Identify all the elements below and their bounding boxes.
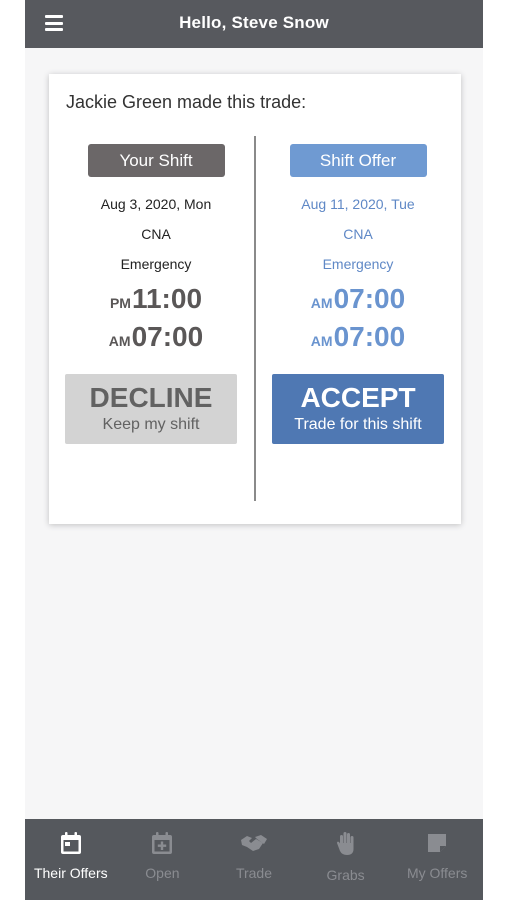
tab-grabs-label: Grabs (326, 867, 365, 883)
your-shift-role: CNA (141, 226, 171, 242)
bottom-tab-bar: Their Offers Open Trade Grabs My Offers (25, 819, 483, 900)
app-screen: Hello, Steve Snow Jackie Green made this… (25, 0, 483, 900)
tab-their-offers[interactable]: Their Offers (25, 819, 117, 900)
accept-button-subtitle: Trade for this shift (294, 416, 422, 433)
tab-their-offers-label: Their Offers (33, 865, 108, 881)
column-divider (254, 136, 256, 501)
your-shift-start-time: 11:00 (131, 283, 203, 314)
shift-offer-column: Shift Offer Aug 11, 2020, Tue CNA Emerge… (263, 144, 453, 358)
tab-trade[interactable]: Trade (208, 819, 300, 900)
top-bar: Hello, Steve Snow (25, 0, 483, 48)
your-shift-end-time: 07:00 (131, 321, 204, 352)
tab-trade-label: Trade (235, 865, 273, 881)
your-shift-start-ampm: PM (109, 295, 131, 311)
your-shift-end: AM07:00 (61, 320, 251, 358)
shift-offer-role: CNA (343, 226, 373, 242)
shift-offer-end: AM07:00 (263, 320, 453, 358)
your-shift-end-ampm: AM (108, 333, 131, 349)
trade-card: Jackie Green made this trade: Your Shift… (49, 74, 461, 524)
shift-offer-label: Shift Offer (289, 144, 427, 177)
note-icon (428, 834, 447, 852)
decline-button-title: DECLINE (89, 382, 213, 413)
shift-offer-date: Aug 11, 2020, Tue (301, 196, 415, 212)
tab-open[interactable]: Open (117, 819, 209, 900)
accept-button[interactable]: ACCEPT Trade for this shift (272, 374, 444, 444)
shift-offer-start-ampm: AM (310, 295, 333, 311)
trade-heading: Jackie Green made this trade: (66, 92, 307, 112)
your-shift-department: Emergency (120, 256, 192, 272)
decline-button-subtitle: Keep my shift (102, 416, 200, 433)
calendar-icon (60, 832, 81, 854)
decline-button[interactable]: DECLINE Keep my shift (65, 374, 237, 444)
your-shift-start: PM11:00 (61, 282, 251, 320)
shift-offer-department: Emergency (322, 256, 394, 272)
shift-offer-start: AM07:00 (263, 282, 453, 320)
tab-open-label: Open (145, 865, 180, 881)
your-shift-date: Aug 3, 2020, Mon (100, 196, 212, 212)
handshake-icon (240, 835, 267, 851)
greeting-title: Hello, Steve Snow (179, 13, 329, 32)
calendar-plus-icon (152, 832, 173, 854)
tab-my-offers-label: My Offers (406, 865, 468, 881)
your-shift-column: Your Shift Aug 3, 2020, Mon CNA Emergenc… (61, 144, 251, 358)
accept-button-title: ACCEPT (300, 382, 416, 413)
hand-icon (336, 832, 354, 855)
shift-offer-end-ampm: AM (310, 333, 333, 349)
shift-offer-start-time: 07:00 (333, 283, 406, 314)
shift-offer-end-time: 07:00 (333, 321, 406, 352)
your-shift-label: Your Shift (87, 144, 225, 177)
tab-grabs[interactable]: Grabs (300, 819, 392, 900)
tab-my-offers[interactable]: My Offers (391, 819, 483, 900)
